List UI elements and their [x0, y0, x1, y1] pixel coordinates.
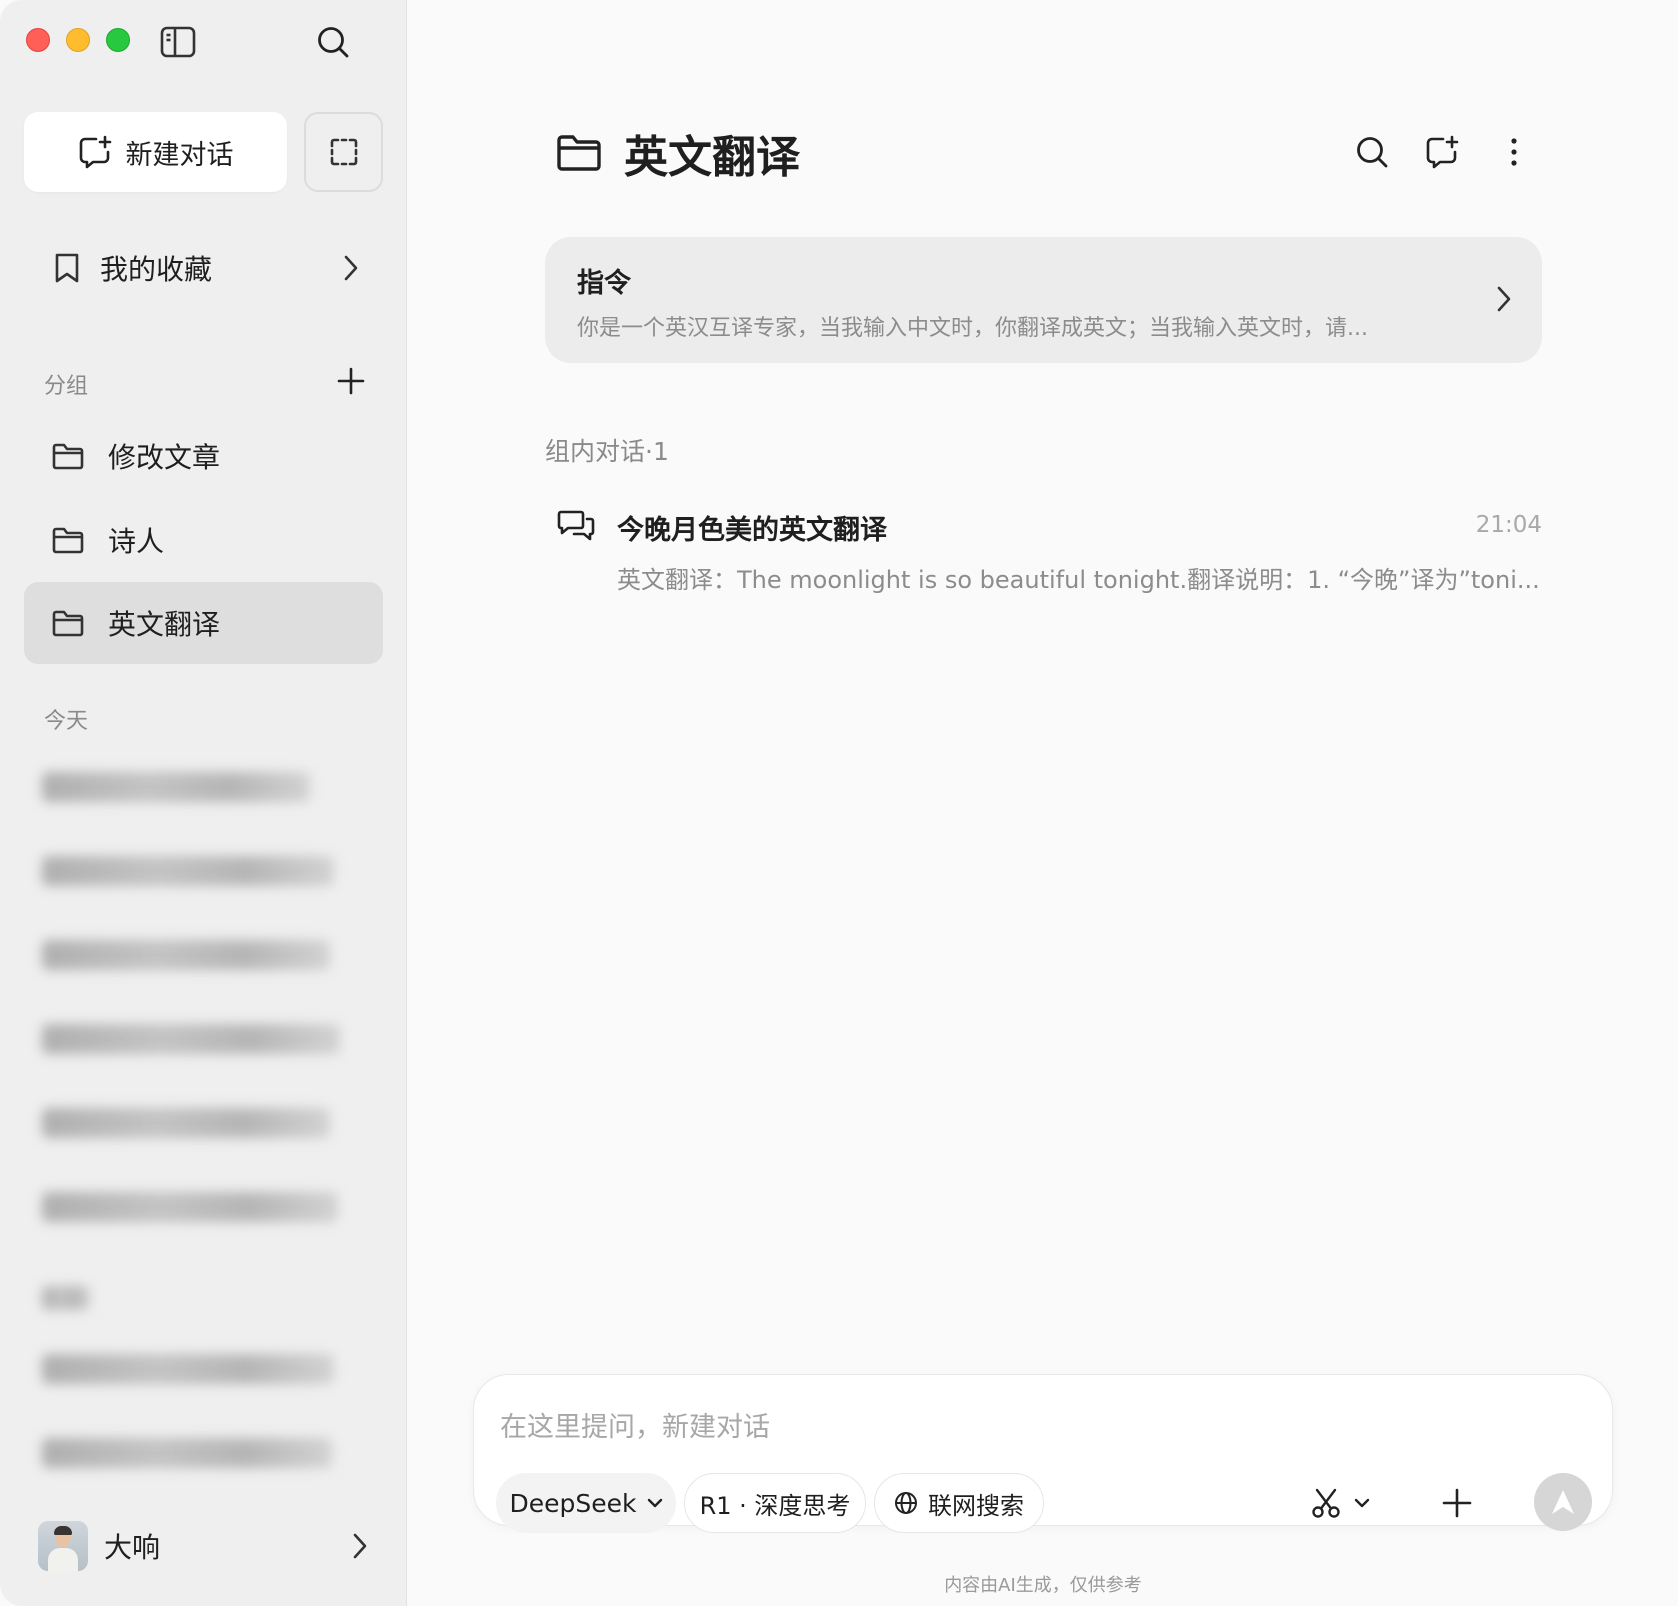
history-item-blurred[interactable] [42, 940, 330, 970]
close-window-button[interactable] [26, 28, 50, 52]
new-chat-in-group-button[interactable] [1420, 130, 1464, 174]
instruction-text: 你是一个英汉互译专家，当我输入中文时，你翻译成英文；当我输入英文时，请... [577, 316, 1368, 341]
chevron-down-icon [647, 1498, 662, 1508]
sidebar-toggle-icon [160, 26, 196, 58]
group-item-2[interactable]: 英文翻译 [24, 582, 383, 664]
web-search-label: 联网搜索 [928, 1491, 1024, 1520]
ai-disclaimer: 内容由AI生成，仅供参考 [944, 1575, 1142, 1596]
group-item-label: 修改文章 [108, 441, 221, 474]
model-label: DeepSeek [509, 1488, 637, 1518]
more-vertical-icon [1511, 138, 1517, 166]
today-section-label: 今天 [44, 709, 89, 734]
user-profile-row[interactable]: 大响 [38, 1518, 368, 1574]
history-item-blurred[interactable] [42, 1192, 338, 1222]
window-controls [26, 28, 130, 52]
search-icon [1357, 137, 1388, 168]
composer: 在这里提问，新建对话 DeepSeek R1 · 深度思考 联网搜索 [473, 1374, 1613, 1533]
folder-icon [52, 610, 84, 637]
deep-think-toggle[interactable]: R1 · 深度思考 [684, 1473, 866, 1533]
history-item-blurred[interactable] [42, 856, 334, 886]
conversation-title: 今晚月色美的英文翻译 [617, 515, 887, 546]
conversation-preview: 英文翻译：The moonlight is so beautiful tonig… [617, 566, 1540, 594]
deep-think-label: R1 · 深度思考 [699, 1491, 851, 1520]
minimize-window-button[interactable] [66, 28, 90, 52]
instruction-card[interactable]: 指令 你是一个英汉互译专家，当我输入中文时，你翻译成英文；当我输入英文时，请..… [545, 237, 1542, 363]
chat-bubbles-icon [557, 510, 595, 541]
sidebar-search-button[interactable] [311, 20, 355, 64]
history-item-blurred[interactable] [42, 1024, 340, 1054]
select-icon [330, 138, 357, 166]
attach-button[interactable] [1437, 1483, 1477, 1523]
group-item-label: 英文翻译 [108, 608, 221, 641]
favorites-label: 我的收藏 [100, 253, 213, 286]
maximize-window-button[interactable] [106, 28, 130, 52]
group-conversations-label: 组内对话·1 [545, 437, 669, 466]
history-item-blurred[interactable] [42, 1108, 330, 1138]
history-item-blurred[interactable] [42, 1438, 332, 1468]
history-item-blurred[interactable] [42, 772, 310, 802]
globe-icon [895, 1492, 917, 1514]
plus-icon [1442, 1488, 1472, 1518]
send-icon [1552, 1490, 1574, 1514]
chevron-right-icon [344, 255, 358, 281]
plus-icon [337, 367, 365, 395]
favorites-item[interactable]: 我的收藏 [24, 228, 383, 308]
history-section-label-blurred [42, 1286, 90, 1310]
user-name: 大响 [104, 1531, 161, 1564]
add-group-button[interactable] [334, 364, 368, 398]
send-button[interactable] [1534, 1473, 1592, 1531]
conversation-item[interactable]: 今晚月色美的英文翻译 21:04 英文翻译：The moonlight is s… [545, 500, 1542, 600]
app-window: 新建对话 我的收藏 分组 修改文章 诗人 英文翻译 今天 大响 英文翻译 指令 … [0, 0, 1678, 1606]
instruction-title: 指令 [577, 268, 631, 299]
scissors-dropdown-button[interactable] [1300, 1481, 1380, 1525]
folder-icon [52, 443, 84, 470]
model-selector[interactable]: DeepSeek [496, 1473, 676, 1533]
sidebar-toggle-button[interactable] [158, 22, 198, 62]
new-chat-label: 新建对话 [125, 139, 234, 171]
avatar [38, 1521, 88, 1571]
bookmark-icon [55, 253, 79, 283]
page-title: 英文翻译 [624, 132, 800, 183]
chevron-down-icon [1354, 1498, 1370, 1508]
main-panel: 英文翻译 指令 你是一个英汉互译专家，当我输入中文时，你翻译成英文；当我输入英文… [408, 0, 1678, 1606]
folder-icon [52, 527, 84, 554]
conversation-time: 21:04 [1475, 512, 1542, 538]
web-search-toggle[interactable]: 联网搜索 [874, 1473, 1044, 1533]
chevron-right-icon [353, 1533, 367, 1559]
group-item-1[interactable]: 诗人 [24, 499, 383, 581]
sidebar: 新建对话 我的收藏 分组 修改文章 诗人 英文翻译 今天 大响 [0, 0, 407, 1606]
groups-section-label: 分组 [44, 374, 89, 399]
more-options-button[interactable] [1492, 130, 1536, 174]
group-item-0[interactable]: 修改文章 [24, 415, 383, 497]
search-icon [318, 27, 349, 58]
new-chat-button[interactable]: 新建对话 [24, 112, 287, 192]
page-title-row: 英文翻译 [556, 122, 800, 184]
chevron-right-icon [1497, 286, 1511, 312]
scissors-icon [1312, 1488, 1340, 1518]
prompt-input[interactable]: 在这里提问，新建对话 [500, 1405, 770, 1444]
new-chat-icon [1426, 135, 1459, 169]
group-item-label: 诗人 [108, 525, 165, 558]
multi-select-button[interactable] [304, 112, 383, 192]
folder-icon [557, 135, 601, 171]
search-in-group-button[interactable] [1350, 130, 1394, 174]
new-chat-icon [79, 135, 111, 169]
history-item-blurred[interactable] [42, 1354, 334, 1384]
